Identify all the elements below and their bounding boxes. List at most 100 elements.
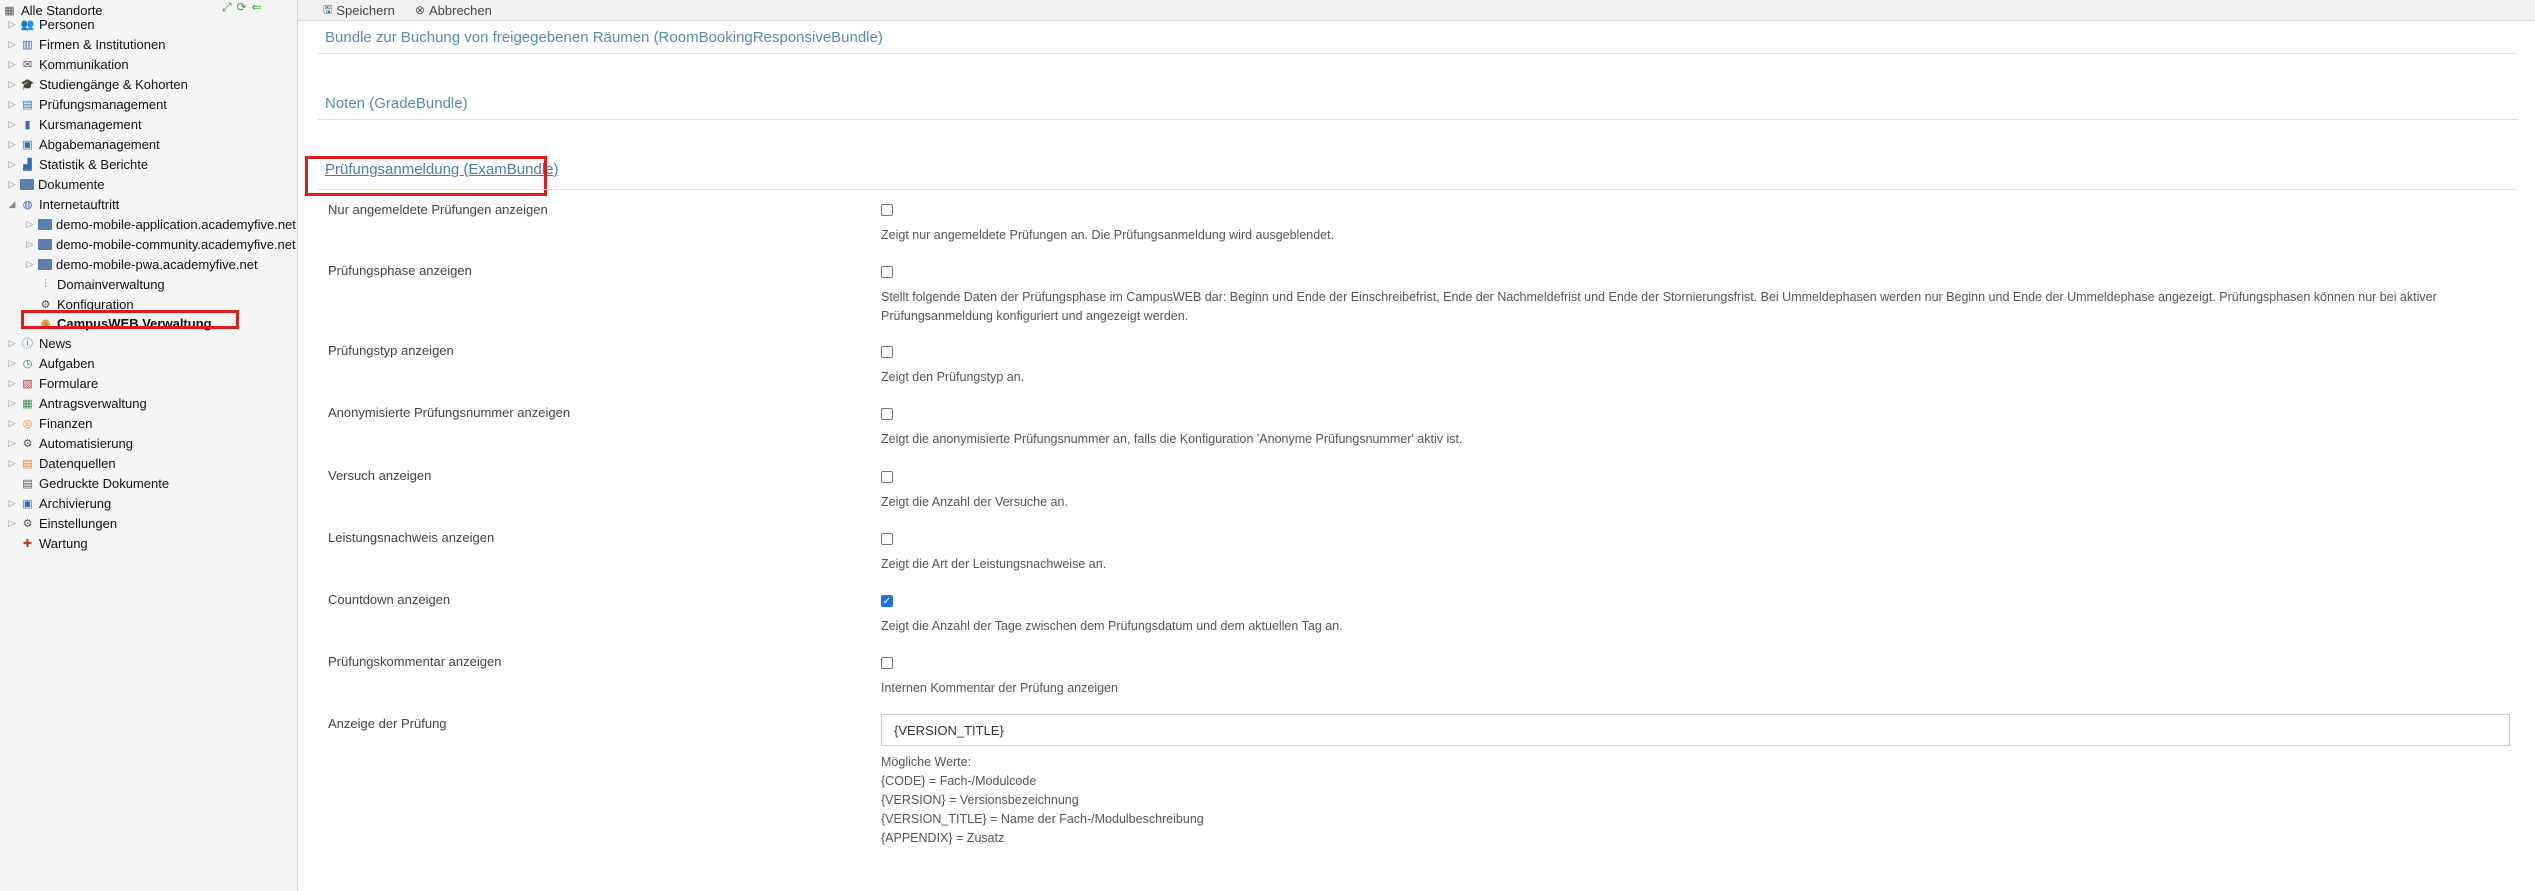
expand-arrow-icon[interactable]: ▷ bbox=[6, 418, 18, 429]
expand-arrow-icon[interactable]: ▷ bbox=[6, 458, 18, 469]
tree-item-einstellungen[interactable]: ▷ ⚙ Einstellungen bbox=[6, 513, 118, 533]
tree-item-archivierung[interactable]: ▷ ▣ Archivierung bbox=[6, 493, 112, 513]
collapse-arrow-icon[interactable]: ◢ bbox=[6, 199, 18, 210]
expand-arrow-icon[interactable]: ▷ bbox=[6, 19, 18, 30]
tree-item-label: Automatisierung bbox=[39, 435, 133, 451]
exam-comment-checkbox[interactable] bbox=[881, 657, 893, 669]
gear-icon: ⚙ bbox=[22, 437, 33, 450]
expand-arrow-icon[interactable]: ▷ bbox=[6, 139, 18, 150]
field-desc-exam-phase: Stellt folgende Daten der Prüfungsphase … bbox=[881, 290, 2437, 323]
refresh-icon[interactable]: ⟳ bbox=[237, 0, 247, 15]
expand-arrow-icon[interactable]: ▷ bbox=[24, 259, 36, 270]
performance-record-checkbox[interactable] bbox=[881, 533, 893, 545]
expand-arrow-icon[interactable]: ▷ bbox=[6, 378, 18, 389]
expand-arrow-icon[interactable]: ▷ bbox=[6, 159, 18, 170]
chart-icon: ▟ bbox=[23, 158, 32, 171]
divider bbox=[318, 119, 2518, 120]
clock-icon: ◷ bbox=[22, 357, 33, 370]
expand-icon[interactable]: ⤢ bbox=[222, 0, 232, 15]
tree-item-firmen[interactable]: ▷ ▥ Firmen & Institutionen bbox=[6, 34, 166, 54]
expand-arrow-icon[interactable]: ▷ bbox=[6, 358, 18, 369]
exam-display-input[interactable]: {VERSION_TITLE} bbox=[881, 714, 2510, 746]
datasource-icon: ▤ bbox=[22, 457, 33, 470]
tree-item-statistik[interactable]: ▷ ▟ Statistik & Berichte bbox=[6, 154, 149, 174]
attempt-checkbox[interactable] bbox=[881, 471, 893, 483]
tree-item-label: demo-mobile-pwa.academyfive.net bbox=[56, 256, 258, 272]
expand-arrow-icon[interactable]: ▷ bbox=[6, 79, 18, 90]
tree-item-automatisierung[interactable]: ▷ ⚙ Automatisierung bbox=[6, 433, 133, 453]
tree-item-label: Statistik & Berichte bbox=[39, 156, 149, 172]
tree-item-label: Finanzen bbox=[39, 415, 93, 431]
tree-item-label: Wartung bbox=[39, 535, 88, 551]
save-button[interactable]: 🖫 Speichern bbox=[323, 1, 395, 20]
tree-item-gedruckte-dokumente[interactable]: ▤ Gedruckte Dokumente bbox=[20, 473, 169, 493]
tree-item-news[interactable]: ▷ ⓘ News bbox=[6, 333, 72, 353]
only-registered-checkbox[interactable] bbox=[881, 204, 893, 216]
field-desc-exam-comment: Internen Kommentar der Prüfung anzeigen bbox=[881, 681, 1118, 695]
possible-values: Mögliche Werte: {CODE} = Fach-/Modulcode… bbox=[881, 753, 1204, 848]
field-label-only-registered: Nur angemeldete Prüfungen anzeigen bbox=[328, 202, 548, 217]
expand-arrow-icon[interactable]: ▷ bbox=[24, 219, 36, 230]
exam-icon: ▤ bbox=[22, 98, 33, 111]
field-label-anonymized-number: Anonymisierte Prüfungsnummer anzeigen bbox=[328, 405, 571, 420]
request-icon: ▦ bbox=[22, 397, 33, 410]
exam-type-checkbox[interactable] bbox=[881, 346, 893, 358]
anonymized-number-checkbox[interactable] bbox=[881, 408, 893, 420]
tree-item-dokumente[interactable]: ▷ Dokumente bbox=[6, 174, 105, 194]
expand-arrow-icon[interactable]: ▷ bbox=[6, 518, 18, 529]
tree-item-demo-community[interactable]: ▷ demo-mobile-community.academyfive.net bbox=[24, 234, 296, 254]
expand-arrow-icon[interactable]: ▷ bbox=[6, 498, 18, 509]
globe-icon: ◍ bbox=[22, 198, 33, 211]
course-icon: ▮ bbox=[24, 118, 31, 131]
maintenance-icon: ✚ bbox=[22, 537, 33, 550]
exam-phase-checkbox[interactable] bbox=[881, 266, 893, 278]
field-desc-performance-record: Zeigt die Art der Leistungsnachweise an. bbox=[881, 557, 1107, 571]
tree-item-wartung[interactable]: ✚ Wartung bbox=[20, 533, 88, 553]
tree-item-label: Kursmanagement bbox=[39, 116, 142, 132]
expand-arrow-icon[interactable]: ▷ bbox=[6, 438, 18, 449]
tree-item-label: Gedruckte Dokumente bbox=[39, 475, 170, 491]
field-desc-countdown: Zeigt die Anzahl der Tage zwischen dem P… bbox=[881, 619, 1343, 633]
tree-item-formulare[interactable]: ▷ ▧ Formulare bbox=[6, 373, 99, 393]
tree-item-kommunikation[interactable]: ▷ ✉ Kommunikation bbox=[6, 54, 129, 74]
tree-item-studiengaenge[interactable]: ▷ 🎓 Studiengänge & Kohorten bbox=[6, 74, 188, 94]
section-grade[interactable]: Noten (GradeBundle) bbox=[325, 95, 468, 112]
tree-item-label: Firmen & Institutionen bbox=[39, 36, 166, 52]
tree-item-datenquellen[interactable]: ▷ ▤ Datenquellen bbox=[6, 453, 116, 473]
tree-item-label: Kommunikation bbox=[39, 56, 129, 72]
tree-item-demo-pwa[interactable]: ▷ demo-mobile-pwa.academyfive.net bbox=[24, 254, 258, 274]
expand-arrow-icon[interactable]: ▷ bbox=[6, 59, 18, 70]
tree-item-personen[interactable]: ▷ 👥 Personen bbox=[6, 14, 95, 34]
divider bbox=[318, 189, 2518, 190]
expand-arrow-icon[interactable]: ▷ bbox=[6, 179, 18, 190]
expand-arrow-icon[interactable]: ▷ bbox=[24, 239, 36, 250]
tree-item-pruefungsmanagement[interactable]: ▷ ▤ Prüfungsmanagement bbox=[6, 94, 167, 114]
tree-item-finanzen[interactable]: ▷ ◎ Finanzen bbox=[6, 413, 93, 433]
folder-icon bbox=[38, 218, 52, 230]
tree-toolbar: ⤢ ⟳ ⇐ bbox=[222, 0, 262, 15]
archive-icon: ▣ bbox=[22, 497, 33, 510]
tree-item-label: Abgabemanagement bbox=[39, 136, 160, 152]
folder-icon bbox=[38, 238, 52, 250]
tree-item-antragsverwaltung[interactable]: ▷ ▦ Antragsverwaltung bbox=[6, 393, 147, 413]
tree-item-demo-application[interactable]: ▷ demo-mobile-application.academyfive.net bbox=[24, 214, 296, 234]
expand-arrow-icon[interactable]: ▷ bbox=[6, 99, 18, 110]
countdown-checkbox[interactable]: ✓ bbox=[881, 595, 893, 607]
collapse-icon[interactable]: ⇐ bbox=[252, 0, 262, 15]
tree-item-label: Datenquellen bbox=[39, 455, 116, 471]
tree-item-aufgaben[interactable]: ▷ ◷ Aufgaben bbox=[6, 353, 95, 373]
tree-item-label: Archivierung bbox=[39, 495, 112, 511]
expand-arrow-icon[interactable]: ▷ bbox=[6, 119, 18, 130]
tree-item-kursmanagement[interactable]: ▷ ▮ Kursmanagement bbox=[6, 114, 142, 134]
section-room-booking[interactable]: Bundle zur Buchung von freigegebenen Räu… bbox=[325, 29, 883, 46]
expand-arrow-icon[interactable]: ▷ bbox=[6, 338, 18, 349]
expand-arrow-icon[interactable]: ▷ bbox=[6, 398, 18, 409]
cancel-button[interactable]: ⊗ Abbrechen bbox=[415, 3, 492, 18]
tree-item-domainverwaltung[interactable]: ⫶ Domainverwaltung bbox=[38, 274, 165, 294]
expand-arrow-icon[interactable]: ▷ bbox=[6, 39, 18, 50]
field-desc-anonymized-number: Zeigt die anonymisierte Prüfungsnummer a… bbox=[881, 432, 1463, 446]
tree-item-internetauftritt[interactable]: ◢ ◍ Internetauftritt bbox=[6, 194, 120, 214]
navigation-tree: ▦ Alle Standorte ⤢ ⟳ ⇐ ▷ 👥 Personen ▷ ▥ Firm… bbox=[0, 0, 298, 891]
tree-item-abgabemanagement[interactable]: ▷ ▣ Abgabemanagement bbox=[6, 134, 160, 154]
tree-item-label: Prüfungsmanagement bbox=[39, 96, 167, 112]
